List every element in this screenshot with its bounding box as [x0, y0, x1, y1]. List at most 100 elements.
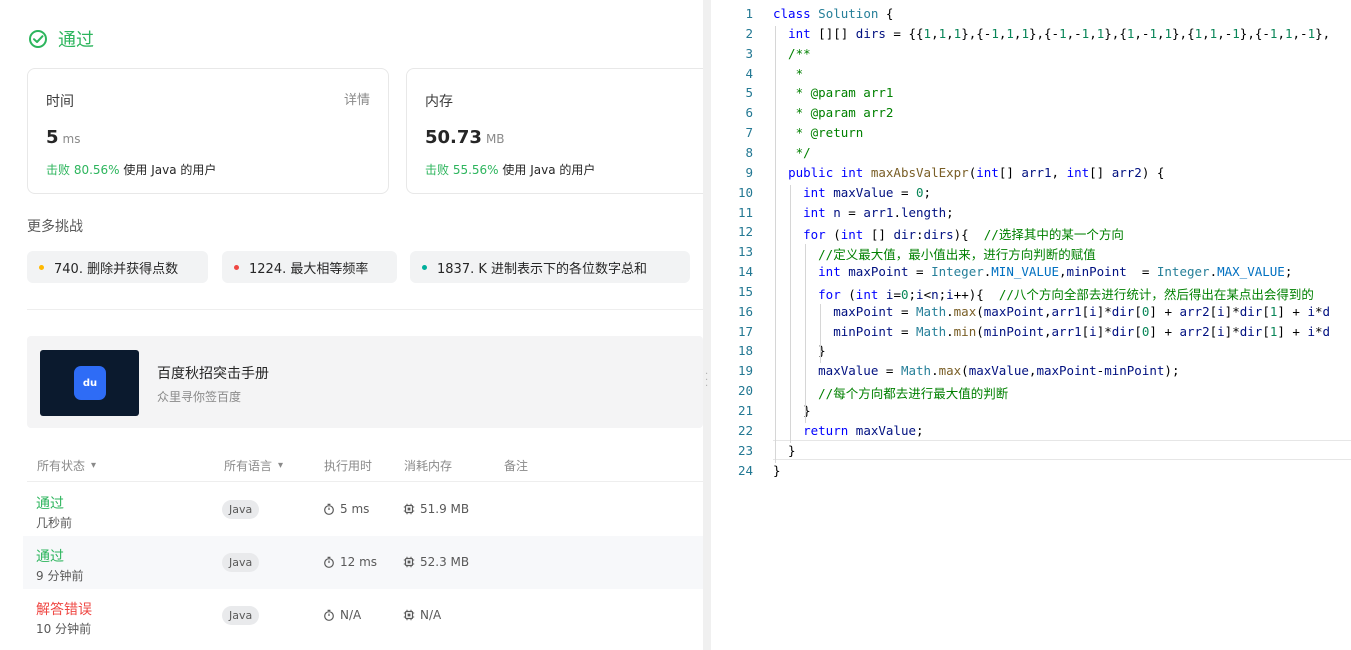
challenge-chip[interactable]: 1837. K 进制表示下的各位数字总和 — [410, 251, 690, 283]
code-line[interactable]: * @param arr2 — [773, 105, 894, 120]
stopwatch-icon — [324, 503, 334, 515]
details-link[interactable]: 详情 — [344, 89, 370, 108]
code-line[interactable]: int [][] dirs = {{1,1,1},{-1,1,1},{-1,-1… — [773, 26, 1330, 41]
code-line[interactable]: int maxPoint = Integer.MIN_VALUE,minPoin… — [773, 264, 1292, 279]
code-editor[interactable]: 1 class Solution {2 int [][] dirs = {{1,1… — [711, 0, 1351, 650]
code-line[interactable]: */ — [773, 145, 811, 160]
status-line: 通过 — [28, 26, 94, 52]
line-number: 9 — [745, 164, 753, 180]
indent-guide — [819, 303, 821, 364]
line-number: 20 — [737, 383, 753, 399]
line-number: 5 — [745, 85, 753, 101]
status-filter-dropdown[interactable]: 所有状态 ▾ — [37, 457, 96, 474]
code-line[interactable]: maxValue = Math.max(maxValue,maxPoint-mi… — [773, 363, 1179, 378]
language-badge: Java — [222, 553, 260, 572]
chip-icon — [403, 609, 415, 621]
submission-row[interactable]: 通过 几秒前 Java 5 ms 51.9 MB — [23, 483, 703, 536]
code-line[interactable]: } — [773, 343, 826, 358]
runtime-beat-prefix: 击败 — [46, 163, 74, 177]
code-line[interactable]: * @param arr1 — [773, 85, 894, 100]
code-line[interactable]: minPoint = Math.min(minPoint,arr1[i]*dir… — [773, 324, 1330, 339]
code-line[interactable]: //每个方向都去进行最大值的判断 — [773, 383, 1008, 402]
memory-beat-text: 击败 55.56% 使用 Java 的用户 — [425, 161, 595, 178]
submission-row[interactable]: 通过 9 分钟前 Java 12 ms 52.3 MB — [23, 536, 703, 589]
memory-number: 50.73 — [425, 127, 482, 148]
memory-beat-suffix: 使用 Java 的用户 — [498, 163, 596, 177]
line-number: 2 — [745, 25, 753, 41]
memory-cell: 51.9 MB — [403, 502, 469, 516]
code-line[interactable]: class Solution { — [773, 6, 893, 21]
challenge-label: 1837. K 进制表示下的各位数字总和 — [437, 261, 648, 277]
line-number: 14 — [737, 264, 753, 280]
code-line[interactable]: int maxValue = 0; — [773, 185, 931, 200]
runtime-beat-suffix: 使用 Java 的用户 — [119, 163, 217, 177]
submission-status[interactable]: 通过 — [36, 493, 64, 513]
line-number: 24 — [737, 462, 753, 478]
submission-time: 9 分钟前 — [36, 569, 84, 583]
promo-thumbnail: du — [40, 350, 139, 416]
chip-icon — [403, 556, 415, 568]
chevron-down-icon: ▾ — [278, 460, 284, 471]
memory-value: N/A — [420, 608, 442, 622]
submission-time: 10 分钟前 — [36, 622, 92, 636]
code-line[interactable]: return maxValue; — [773, 423, 923, 438]
promo-banner[interactable]: du 百度秋招突击手册 众里寻你签百度 — [27, 336, 703, 428]
submission-status[interactable]: 通过 — [36, 546, 64, 566]
memory-value: 50.73 MB — [425, 127, 505, 148]
runtime-unit: ms — [62, 132, 81, 146]
line-number: 11 — [737, 204, 753, 220]
line-number: 6 — [745, 105, 753, 121]
stopwatch-icon — [324, 609, 334, 621]
runtime-column-header: 执行用时 — [324, 459, 373, 473]
code-line[interactable]: } — [773, 443, 796, 458]
memory-column-header: 消耗内存 — [404, 459, 453, 473]
code-line[interactable]: int n = arr1.length; — [773, 205, 954, 220]
memory-card[interactable]: 内存 50.73 MB 击败 55.56% 使用 Java 的用户 — [406, 68, 703, 194]
memory-cell: N/A — [403, 608, 441, 622]
difficulty-dot-icon — [422, 264, 427, 270]
challenge-chip[interactable]: 740. 删除并获得点数 — [27, 251, 208, 283]
runtime-number: 5 — [46, 127, 59, 148]
submission-row[interactable]: 解答错误 10 分钟前 Java N/A N/A — [23, 589, 703, 642]
line-number: 15 — [737, 283, 753, 299]
submission-status[interactable]: 解答错误 — [36, 599, 92, 619]
runtime-value: 12 ms — [340, 555, 378, 569]
line-number: 19 — [737, 363, 753, 379]
language-badge: Java — [222, 606, 260, 625]
code-line[interactable]: //定义最大值，最小值出来，进行方向判断的赋值 — [773, 244, 1096, 263]
runtime-value: N/A — [340, 608, 362, 622]
runtime-value: 5 ms — [340, 502, 370, 516]
note-column-header: 备注 — [504, 459, 529, 473]
code-line[interactable]: maxPoint = Math.max(maxPoint,arr1[i]*dir… — [773, 304, 1330, 319]
difficulty-dot-icon — [39, 264, 44, 270]
stopwatch-icon — [324, 556, 334, 568]
line-number: 7 — [745, 125, 753, 141]
code-line[interactable]: * @return — [773, 125, 864, 140]
code-line[interactable]: * — [773, 66, 804, 81]
code-line[interactable]: public int maxAbsValExpr(int[] arr1, int… — [773, 165, 1164, 180]
code-line[interactable]: for (int [] dir:dirs){ //选择其中的某一个方向 — [773, 224, 1124, 243]
memory-value: 52.3 MB — [420, 555, 470, 569]
code-line[interactable]: for (int i=0;i<n;i++){ //八个方向全部去进行统计，然后得… — [773, 284, 1314, 303]
memory-unit: MB — [485, 132, 505, 146]
runtime-cell: 12 ms — [323, 555, 377, 569]
line-number: 3 — [745, 45, 753, 61]
difficulty-dot-icon — [234, 264, 239, 270]
drag-grip-icon: · · · — [705, 369, 709, 392]
line-number: 12 — [737, 224, 753, 240]
indent-guide — [774, 25, 776, 463]
panel-resize-handle[interactable]: · · · — [703, 0, 711, 650]
memory-cell: 52.3 MB — [403, 555, 469, 569]
code-line[interactable]: /** — [773, 46, 811, 61]
line-number: 16 — [737, 303, 753, 319]
baidu-paw-logo-icon: du — [74, 366, 106, 400]
submission-result-panel: 通过 时间 详情 5 ms 击败 80.56% 使用 Java 的用户 内存 50… — [0, 0, 703, 650]
line-number: 21 — [737, 403, 753, 418]
language-filter-dropdown[interactable]: 所有语言 ▾ — [224, 457, 283, 474]
runtime-card[interactable]: 时间 详情 5 ms 击败 80.56% 使用 Java 的用户 — [27, 68, 389, 194]
code-line[interactable]: } — [773, 463, 781, 478]
promo-title: 百度秋招突击手册 — [157, 366, 269, 382]
memory-label: 内存 — [425, 94, 453, 110]
challenge-chip[interactable]: 1224. 最大相等频率 — [222, 251, 397, 283]
submission-time: 几秒前 — [36, 516, 73, 530]
